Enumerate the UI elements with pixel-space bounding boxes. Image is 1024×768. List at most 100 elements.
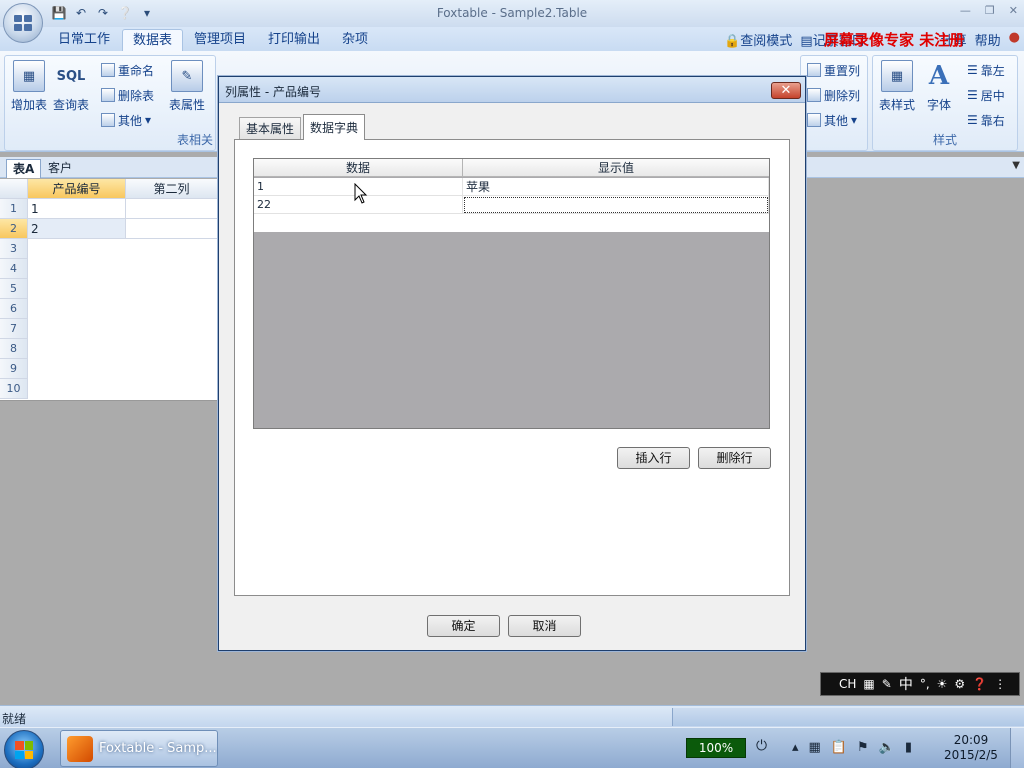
align-center-icon: ☰ [967,88,978,102]
tab-print-output[interactable]: 打印输出 [258,29,330,51]
query-table-button[interactable]: SQL 查询表 [49,60,93,113]
ribbon-group-table: ▦ 增加表 SQL 查询表 重命名 删除表 其他 ▾ ✎ 表属性 表相关 [4,55,216,151]
align-center-button[interactable]: ☰ 居中 [967,85,1005,105]
window-controls: — ❐ ✕ [960,4,1018,17]
ime-pen-icon[interactable]: ✎ [882,677,892,691]
ime-keyboard-icon[interactable]: ▦ [863,677,874,691]
font-button[interactable]: A 字体 [917,60,961,113]
align-right-button[interactable]: ☰ 靠右 [967,110,1005,130]
tab-data-dictionary[interactable]: 数据字典 [303,114,366,140]
reset-column-button[interactable]: 重置列 [807,60,860,80]
tray-expand-icon[interactable]: ▴ [792,740,799,755]
ime-skin-icon[interactable]: ☀ [937,677,948,691]
volume-icon[interactable]: 🔈 [879,740,895,755]
ime-language[interactable]: CH [839,677,856,691]
cancel-button[interactable]: 取消 [508,615,581,637]
row-header[interactable]: 6 [0,299,28,319]
other-button[interactable]: 其他 ▾ [101,110,151,130]
grid-cell[interactable]: 1 [28,199,126,219]
start-button[interactable] [4,730,44,768]
row-header[interactable]: 1 [0,199,28,219]
system-clock[interactable]: 20:09 2015/2/5 [934,733,1008,763]
tab-list-arrow-icon[interactable]: ▼ [1012,160,1020,171]
power-plug-icon[interactable]: ⏻ [756,738,767,754]
ime-menu-icon[interactable]: ⋮ [994,677,1006,691]
title-bar: Foxtable - Sample2.Table 💾 ↶ ↷ ❔ ▾ — ❐ ✕ [0,0,1024,27]
dict-cell-display[interactable]: 苹果 [463,178,769,196]
close-icon[interactable]: ✕ [1009,4,1018,17]
rename-button[interactable]: 重命名 [101,60,154,80]
dict-cell-display-focused[interactable] [463,196,769,214]
row-header[interactable]: 8 [0,339,28,359]
lookup-mode-button[interactable]: 🔒查阅模式 [724,30,792,49]
signal-icon[interactable]: ▮ [905,740,912,755]
delete-column-label: 删除列 [824,88,861,103]
align-left-button[interactable]: ☰ 靠左 [967,60,1005,80]
row-header[interactable]: 7 [0,319,28,339]
delete-column-button[interactable]: 删除列 [807,85,860,105]
delete-table-button[interactable]: 删除表 [101,85,154,105]
ime-tools-icon[interactable]: ⚙ [954,677,965,691]
maximize-icon[interactable]: ❐ [985,4,995,17]
action-center-icon[interactable]: ⚑ [857,740,869,755]
column-header-product-id[interactable]: 产品编号 [28,179,126,199]
taskbar-app-foxtable[interactable]: Foxtable - Samp... [60,730,218,767]
row-header[interactable]: 4 [0,259,28,279]
help-icon[interactable]: ❔ [116,5,134,21]
column-other-label: 其他 [824,113,849,128]
minimize-icon[interactable]: — [960,4,971,17]
dict-header-data[interactable]: 数据 [254,159,463,177]
undo-icon[interactable]: ↶ [72,5,90,21]
rename-label: 重命名 [118,63,155,78]
add-table-button[interactable]: ▦ 增加表 [7,60,51,113]
help-button[interactable]: 帮助 [975,30,1001,49]
network-adapter-icon[interactable]: ▦ [809,740,821,755]
dict-header-display[interactable]: 显示值 [463,159,769,177]
dict-new-row[interactable] [254,214,769,232]
ime-toolbar: CH ▦ ✎ 中 °, ☀ ⚙ ❓ ⋮ [820,672,1020,696]
column-header-second[interactable]: 第二列 [126,179,218,199]
dialog-title-bar[interactable]: 列属性 - 产品编号 ✕ [219,77,805,103]
ok-button[interactable]: 确定 [427,615,500,637]
row-header[interactable]: 3 [0,239,28,259]
column-other-button[interactable]: 其他 ▾ [807,110,857,130]
grid-cell[interactable] [126,219,218,239]
row-header[interactable]: 10 [0,379,28,399]
insert-row-button[interactable]: 插入行 [617,447,690,469]
application-button[interactable] [3,3,43,43]
clipboard-icon[interactable]: 📋 [831,740,847,755]
tab-data-table[interactable]: 数据表 [122,29,184,51]
row-header[interactable]: 5 [0,279,28,299]
save-icon[interactable]: 💾 [50,5,68,21]
tab-basic-properties[interactable]: 基本属性 [239,117,302,139]
qat-dropdown-icon[interactable]: ▾ [138,5,156,21]
show-desktop-button[interactable] [1010,728,1024,768]
data-grid: 产品编号 第二列 1 2 3 4 5 6 7 8 9 10 1 2 [0,179,218,401]
grid-cell[interactable] [126,199,218,219]
mouse-cursor-icon [354,183,368,204]
tab-manage-project[interactable]: 管理项目 [184,29,256,51]
doc-tab-customer[interactable]: 客户 [42,159,78,178]
battery-indicator[interactable]: 100% [686,738,746,758]
ime-help-icon[interactable]: ❓ [972,677,987,691]
ime-punct-icon[interactable]: °, [920,677,930,691]
dict-row: 1 苹果 [254,178,769,196]
row-header[interactable]: 2 [0,219,28,239]
grid-cell-selected[interactable]: 2 [28,219,126,239]
align-right-icon: ☰ [967,113,978,127]
dialog-close-icon[interactable]: ✕ [771,82,801,99]
doc-tab-table-a[interactable]: 表A [6,159,42,178]
tab-daily-work[interactable]: 日常工作 [48,29,120,51]
grid-corner[interactable] [0,179,28,199]
table-props-button[interactable]: ✎ 表属性 [165,60,209,113]
tab-misc[interactable]: 杂项 [332,29,378,51]
row-header[interactable]: 9 [0,359,28,379]
dictionary-grid: 数据 显示值 1 苹果 22 [253,158,770,429]
lookup-mode-label: 查阅模式 [740,34,793,49]
table-style-label: 表样式 [878,98,915,112]
users-icon[interactable]: ● [1009,30,1020,49]
redo-icon[interactable]: ↷ [94,5,112,21]
delete-row-button[interactable]: 删除行 [698,447,771,469]
table-style-button[interactable]: ▦ 表样式 [875,60,919,113]
ime-mode[interactable]: 中 [899,674,913,694]
